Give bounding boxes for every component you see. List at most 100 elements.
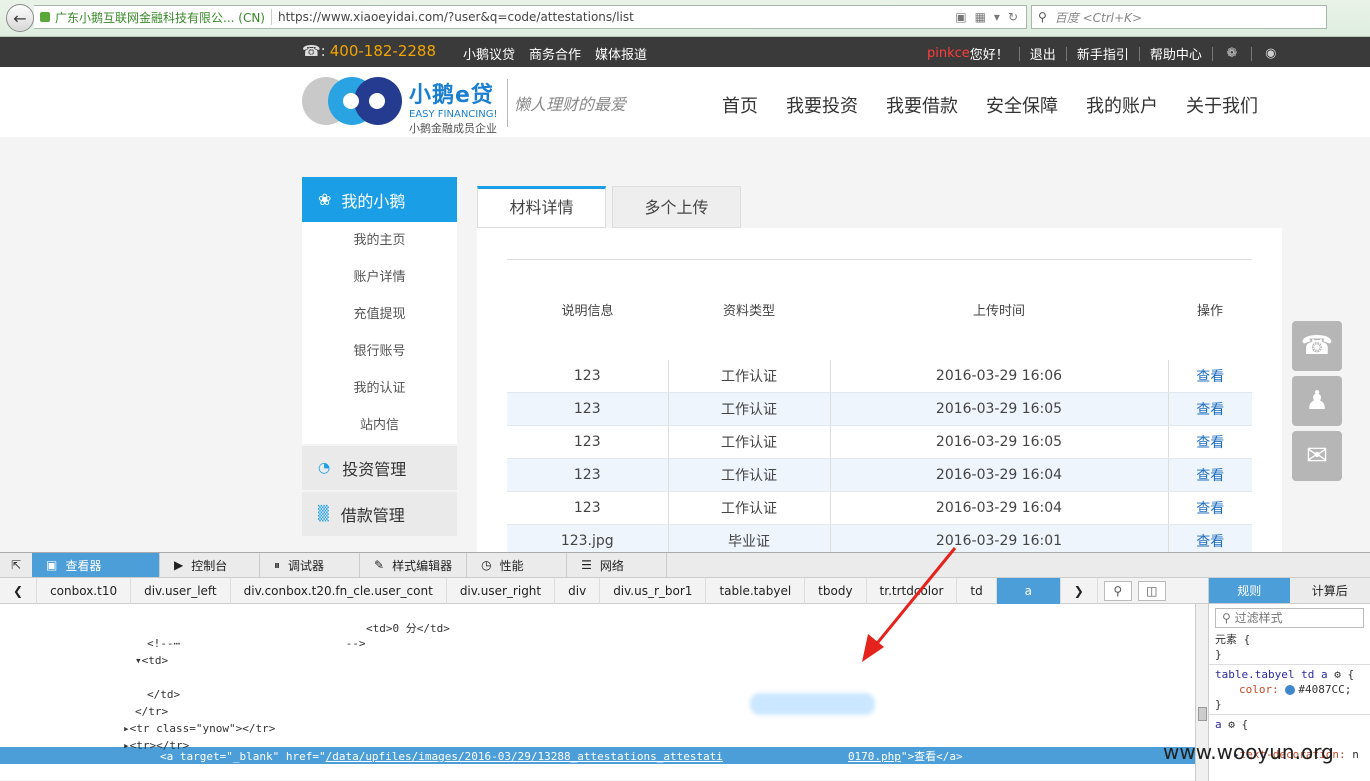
- cell-upload-time: 2016-03-29 16:04: [830, 459, 1168, 492]
- rule-close: }: [1209, 647, 1370, 662]
- collapse-triangle-icon[interactable]: ▸: [123, 739, 130, 752]
- devtools-tab-inspector[interactable]: ▣查看器: [32, 553, 160, 577]
- search-input[interactable]: ⚲ 百度 <Ctrl+K>: [1031, 5, 1327, 29]
- nav-home[interactable]: 首页: [722, 92, 758, 118]
- sidebar-item-certification[interactable]: 我的认证: [302, 370, 457, 407]
- rule-selector-1-row[interactable]: table.tabyel td a ⚙ {: [1209, 667, 1370, 682]
- reload-icon[interactable]: ↻: [1008, 10, 1018, 24]
- rule-color-row[interactable]: color: #4087CC;: [1209, 682, 1370, 697]
- devtools-tab-style-editor[interactable]: ✎样式编辑器: [360, 553, 467, 577]
- scrollbar-thumb[interactable]: [1198, 707, 1207, 721]
- sidebar-group-borrow[interactable]: ▒ 借款管理: [302, 492, 457, 536]
- color-swatch[interactable]: [1285, 685, 1295, 695]
- expand-triangle-icon[interactable]: ▾: [135, 654, 142, 667]
- devtools-tab-performance[interactable]: ◷性能: [467, 553, 567, 577]
- filter-styles-input[interactable]: ⚲ 过滤样式: [1215, 608, 1364, 628]
- clock-icon: ◷: [481, 558, 491, 572]
- sidebar-item-recharge[interactable]: 充值提现: [302, 296, 457, 333]
- breadcrumb-item[interactable]: table.tabyel: [706, 578, 805, 604]
- site-identity[interactable]: 广东小鹅互联网金融科技有限公... (CN): [55, 9, 265, 26]
- logo-mark[interactable]: [302, 77, 402, 125]
- rule-selector-2-row[interactable]: a ⚙ {: [1209, 717, 1370, 732]
- col-description: 说明信息: [507, 260, 668, 360]
- newbie-guide-link[interactable]: 新手指引: [1077, 44, 1129, 63]
- rule-element[interactable]: 元素 {: [1209, 632, 1370, 647]
- view-link[interactable]: 查看: [1196, 501, 1224, 517]
- markup-tr-close[interactable]: </tr>: [135, 705, 168, 718]
- markup-comment[interactable]: <!--⋯ -->: [147, 637, 366, 650]
- devtools-tab-console[interactable]: ▶控制台: [160, 553, 260, 577]
- markup-a-href-end[interactable]: 0170.php: [848, 750, 901, 763]
- breadcrumb-item[interactable]: tbody: [805, 578, 866, 604]
- markup-tr-empty-row[interactable]: ▸<tr></tr>: [123, 739, 189, 752]
- topbar-link-media[interactable]: 媒体报道: [595, 44, 647, 63]
- sidebar-item-home[interactable]: 我的主页: [302, 222, 457, 259]
- group-float-button[interactable]: ♟: [1292, 376, 1342, 426]
- markup-td-score[interactable]: <td>0 分</td>: [366, 620, 450, 636]
- tab-multi-upload[interactable]: 多个上传: [612, 186, 741, 228]
- devtools-tab-debugger[interactable]: ⏸调试器: [260, 553, 360, 577]
- rule-color-value[interactable]: #4087CC;: [1298, 683, 1351, 696]
- element-picker-icon[interactable]: ⇱: [0, 553, 32, 577]
- breadcrumb-item[interactable]: div.us_r_bor1: [600, 578, 706, 604]
- markup-tr-ynow-row[interactable]: ▸<tr class="ynow"></tr>: [123, 722, 275, 735]
- view-link[interactable]: 查看: [1196, 369, 1224, 385]
- crumb-scroll-right[interactable]: ❯: [1061, 578, 1098, 604]
- breadcrumb-item[interactable]: td: [957, 578, 996, 604]
- search-markup-button[interactable]: ⚲: [1104, 581, 1132, 601]
- phone-icon: ☎:: [302, 42, 326, 60]
- markup-td-close[interactable]: </td>: [147, 688, 180, 701]
- markup-td-open-row[interactable]: ▾<td>: [135, 654, 168, 667]
- topbar-link-yidai[interactable]: 小鹅议贷: [463, 44, 515, 63]
- weibo-icon[interactable]: ◉: [1262, 46, 1280, 61]
- gear-icon[interactable]: ⚙: [1334, 668, 1341, 681]
- nav-about[interactable]: 关于我们: [1186, 92, 1258, 118]
- logout-link[interactable]: 退出: [1030, 44, 1056, 63]
- view-link[interactable]: 查看: [1196, 534, 1224, 550]
- tab-computed[interactable]: 计算后: [1290, 578, 1370, 603]
- view-link[interactable]: 查看: [1196, 402, 1224, 418]
- toggle-sidebar-button[interactable]: ◫: [1138, 581, 1166, 601]
- topbar-link-business[interactable]: 商务合作: [529, 44, 581, 63]
- lock-icon: [40, 12, 50, 22]
- back-button[interactable]: ←: [6, 4, 34, 32]
- markup-a-href-start[interactable]: /data/upfiles/images/2016-03/29/13288_at…: [326, 750, 723, 763]
- gear-icon[interactable]: ⚙: [1228, 718, 1235, 731]
- phone-float-button[interactable]: ☎: [1292, 321, 1342, 371]
- url-text[interactable]: https://www.xiaoeyidai.com/?user&q=code/…: [278, 10, 634, 24]
- breadcrumb-item[interactable]: a: [997, 578, 1061, 604]
- crumb-scroll-left[interactable]: ❮: [0, 578, 37, 604]
- breadcrumb-item[interactable]: div: [555, 578, 600, 604]
- help-center-link[interactable]: 帮助中心: [1150, 44, 1202, 63]
- chat-icon: ✉: [1306, 441, 1328, 471]
- wechat-float-button[interactable]: ✉: [1292, 431, 1342, 481]
- nav-security[interactable]: 安全保障: [986, 92, 1058, 118]
- sidebar-item-messages[interactable]: 站内信: [302, 407, 457, 444]
- breadcrumb-item[interactable]: div.user_right: [447, 578, 555, 604]
- qr-code-icon[interactable]: ▦: [975, 10, 986, 24]
- sidebar-header[interactable]: ❀ 我的小鹅: [302, 177, 457, 222]
- wechat-icon[interactable]: ❁: [1223, 46, 1241, 61]
- cell-action: 查看: [1168, 492, 1252, 525]
- shield-icon[interactable]: ▣: [955, 10, 966, 24]
- nav-invest[interactable]: 我要投资: [786, 92, 858, 118]
- nav-borrow[interactable]: 我要借款: [886, 92, 958, 118]
- view-link[interactable]: 查看: [1196, 435, 1224, 451]
- sidebar-item-bank-account[interactable]: 银行账号: [302, 333, 457, 370]
- devtools-tab-network[interactable]: ☰网络: [567, 553, 667, 577]
- dropdown-icon[interactable]: ▾: [994, 10, 1000, 24]
- tab-material-details[interactable]: 材料详情: [477, 186, 606, 228]
- address-bar[interactable]: 广东小鹅互联网金融科技有限公... (CN) https://www.xiaoe…: [34, 5, 1027, 29]
- username[interactable]: pinkce: [927, 46, 970, 61]
- view-link[interactable]: 查看: [1196, 468, 1224, 484]
- sidebar-item-account-details[interactable]: 账户详情: [302, 259, 457, 296]
- nav-account[interactable]: 我的账户: [1086, 92, 1158, 118]
- logo-text[interactable]: 小鹅e贷 EASY FINANCING! 小鹅金融成员企业: [409, 77, 497, 136]
- breadcrumb-item[interactable]: div.user_left: [131, 578, 231, 604]
- tab-rules[interactable]: 规则: [1209, 578, 1290, 603]
- breadcrumb-item[interactable]: conbox.t10: [37, 578, 131, 604]
- sidebar-group-invest[interactable]: ◔ 投资管理: [302, 446, 457, 490]
- breadcrumb-item[interactable]: tr.trtdcolor: [867, 578, 958, 604]
- breadcrumb-item[interactable]: div.conbox.t20.fn_cle.user_cont: [231, 578, 447, 604]
- collapse-triangle-icon[interactable]: ▸: [123, 722, 130, 735]
